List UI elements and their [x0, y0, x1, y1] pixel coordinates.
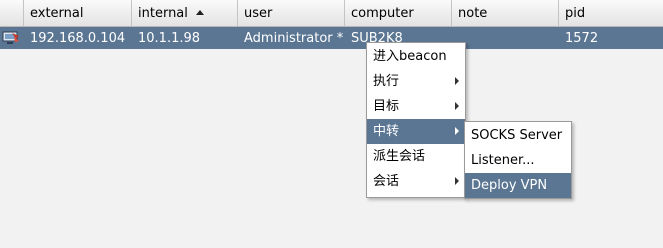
pivot-submenu: SOCKS Server Listener... Deploy VPN	[464, 121, 572, 199]
menu-item-spawn[interactable]: 派生会话	[367, 144, 465, 169]
menu-item-session[interactable]: 会话	[367, 169, 465, 194]
menu-item-interact[interactable]: 进入beacon	[367, 44, 465, 69]
menu-item-deploy-vpn[interactable]: Deploy VPN	[465, 173, 571, 198]
column-header-internal[interactable]: internal	[132, 0, 238, 26]
submenu-arrow-icon	[455, 77, 459, 85]
submenu-arrow-icon	[455, 177, 459, 185]
column-header-note[interactable]: note	[452, 0, 559, 26]
menu-item-pivoting[interactable]: 中转	[367, 119, 465, 144]
cell-internal: 10.1.1.98	[138, 31, 201, 46]
cell-pid: 1572	[565, 31, 599, 46]
menu-item-listener[interactable]: Listener...	[465, 148, 571, 173]
menu-item-explore[interactable]: 目标	[367, 94, 465, 119]
menu-item-socks-server[interactable]: SOCKS Server	[465, 123, 571, 148]
column-header-pid[interactable]: pid	[559, 0, 663, 26]
session-host-icon	[2, 31, 19, 44]
table-row[interactable]: 192.168.0.104 10.1.1.98 Administrator * …	[0, 27, 663, 49]
submenu-arrow-icon	[455, 127, 459, 135]
menu-item-execute[interactable]: 执行	[367, 69, 465, 94]
column-header-computer[interactable]: computer	[345, 0, 452, 26]
cell-user: Administrator *	[244, 31, 344, 46]
sort-ascending-icon	[195, 10, 204, 15]
column-header-external[interactable]: external	[24, 0, 132, 26]
column-header-user[interactable]: user	[238, 0, 345, 26]
session-context-menu: 进入beacon 执行 目标 中转 派生会话 会话	[366, 42, 466, 198]
table-header: external internal user computer note pid	[0, 0, 663, 27]
submenu-arrow-icon	[455, 102, 459, 110]
column-header-icon[interactable]	[0, 0, 24, 26]
cell-external: 192.168.0.104	[30, 31, 126, 46]
